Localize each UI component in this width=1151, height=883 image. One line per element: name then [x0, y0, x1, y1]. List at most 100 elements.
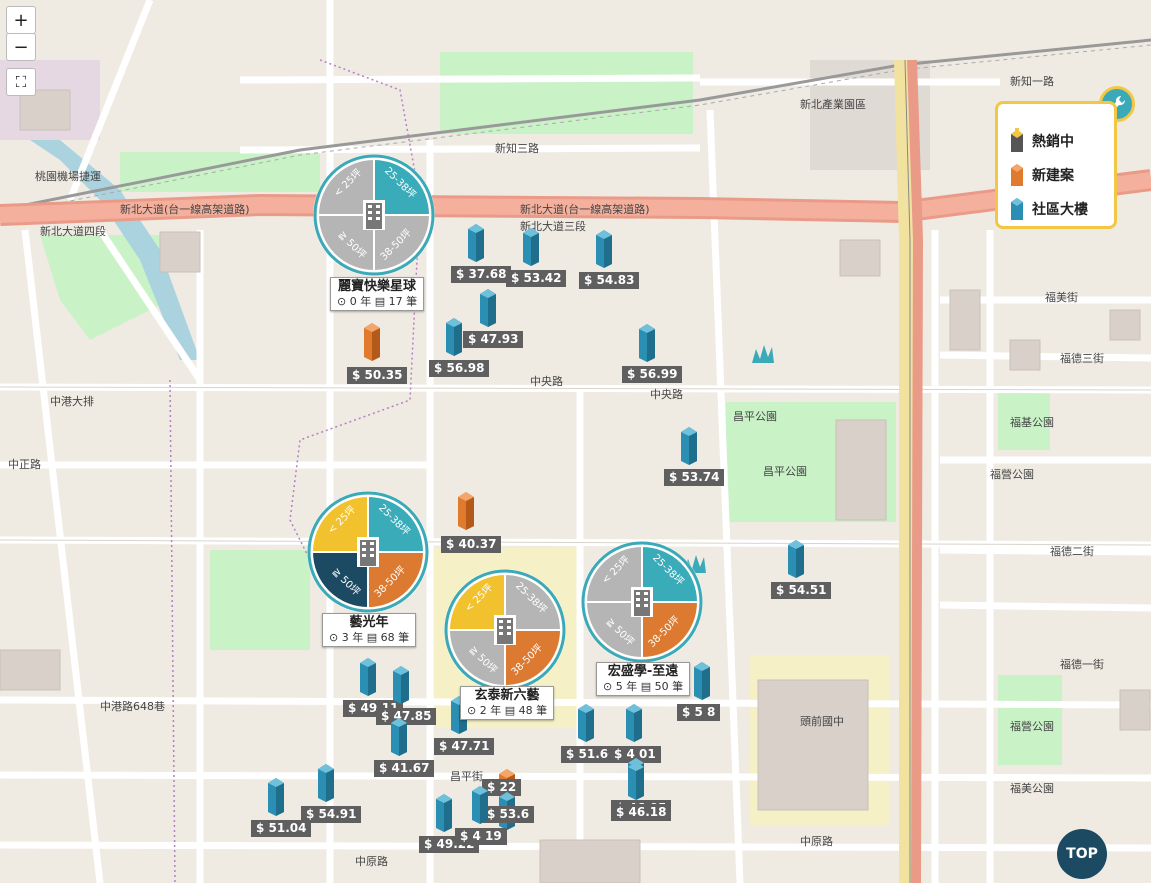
- community-building-marker[interactable]: [391, 664, 411, 704]
- price-label[interactable]: $ 54.91: [301, 806, 362, 823]
- legend-item-community[interactable]: 社區大樓: [1008, 196, 1088, 222]
- price-label[interactable]: $ 4 19: [455, 828, 507, 845]
- community-building-marker[interactable]: [316, 762, 336, 802]
- svg-text:福營公園: 福營公園: [990, 467, 1034, 481]
- svg-text:桃園機場捷運: 桃園機場捷運: [35, 169, 101, 183]
- new-project-marker[interactable]: [362, 321, 382, 361]
- cluster-info-label[interactable]: 藝光年 ⊙ 3 年 ▤ 68 筆: [322, 613, 417, 647]
- community-building-marker[interactable]: [266, 776, 286, 816]
- community-building-marker[interactable]: [692, 660, 712, 700]
- price-label[interactable]: $ 56.98: [429, 360, 490, 377]
- community-building-marker[interactable]: [470, 784, 490, 824]
- building-icon: [472, 786, 488, 824]
- community-building-marker[interactable]: [679, 425, 699, 465]
- svg-text:中央路: 中央路: [650, 388, 683, 401]
- community-building-marker[interactable]: [466, 222, 486, 262]
- price-label[interactable]: $ 53.42: [506, 270, 567, 287]
- community-building-marker[interactable]: [434, 792, 454, 832]
- zoom-out-button[interactable]: −: [6, 33, 36, 61]
- community-building-marker[interactable]: [637, 322, 657, 362]
- project-meta: ⊙ 2 年 ▤ 48 筆: [467, 704, 548, 717]
- svg-text:福德一街: 福德一街: [1060, 657, 1104, 671]
- project-cluster[interactable]: < 25坪 25-38坪 38-50坪 ≧ 50坪: [306, 490, 430, 614]
- building-icon: [494, 615, 516, 645]
- community-building-marker[interactable]: [624, 702, 644, 742]
- svg-text:福美公園: 福美公園: [1010, 781, 1054, 795]
- price-label[interactable]: $ 53.74: [664, 469, 725, 486]
- building-icon: [318, 764, 334, 802]
- legend-panel: 熱銷中 新建案 社區大樓: [995, 101, 1117, 229]
- legend-label: 社區大樓: [1032, 202, 1088, 218]
- svg-text:新知三路: 新知三路: [495, 141, 539, 155]
- svg-text:中原路: 中原路: [355, 855, 388, 868]
- price-label[interactable]: $ 37.68: [451, 266, 512, 283]
- project-cluster[interactable]: < 25坪 25-38坪 38-50坪 ≧ 50坪: [580, 540, 704, 664]
- price-label[interactable]: $ 54.51: [771, 582, 832, 599]
- community-building-icon: [1011, 198, 1023, 220]
- community-building-marker[interactable]: [576, 702, 596, 742]
- building-icon: [393, 666, 409, 704]
- price-label[interactable]: $ 5 8: [677, 704, 721, 721]
- fullscreen-button[interactable]: ⛶: [6, 68, 36, 96]
- svg-text:福基公園: 福基公園: [1010, 415, 1054, 429]
- back-to-top-button[interactable]: TOP: [1057, 829, 1107, 879]
- community-building-marker[interactable]: [478, 287, 498, 327]
- building-icon: [681, 427, 697, 465]
- cluster-info-label[interactable]: 玄泰新六藝 ⊙ 2 年 ▤ 48 筆: [460, 686, 555, 720]
- svg-text:頭前國中: 頭前國中: [800, 714, 844, 728]
- price-label[interactable]: $ 40.37: [441, 536, 502, 553]
- zoom-in-button[interactable]: +: [6, 6, 36, 34]
- project-meta: ⊙ 5 年 ▤ 50 筆: [603, 680, 684, 693]
- building-icon: [446, 318, 462, 356]
- building-icon: [364, 323, 380, 361]
- new-project-marker[interactable]: [456, 490, 476, 530]
- price-label[interactable]: $ 41.67: [374, 760, 435, 777]
- price-label[interactable]: $ 47.71: [434, 738, 495, 755]
- community-building-marker[interactable]: [626, 760, 646, 800]
- svg-text:中原路: 中原路: [800, 835, 833, 848]
- legend-label: 新建案: [1032, 168, 1074, 184]
- community-building-marker[interactable]: [358, 656, 378, 696]
- cluster-info-label[interactable]: 麗寶快樂星球 ⊙ 0 年 ▤ 17 筆: [330, 277, 425, 311]
- price-label[interactable]: $ 56.99: [622, 366, 683, 383]
- svg-text:新北產業園區: 新北產業園區: [800, 97, 866, 111]
- building-icon: [523, 228, 539, 266]
- svg-text:福美街: 福美街: [1045, 290, 1078, 304]
- price-label[interactable]: $ 46.18: [611, 804, 672, 821]
- building-icon: [357, 537, 379, 567]
- svg-text:新知一路: 新知一路: [1010, 74, 1054, 88]
- legend-item-new[interactable]: 新建案: [1008, 162, 1074, 188]
- building-icon: [480, 289, 496, 327]
- building-icon: [628, 762, 644, 800]
- legend-item-hot[interactable]: 熱銷中: [1008, 128, 1074, 154]
- price-label[interactable]: $ 47.93: [463, 331, 524, 348]
- price-label[interactable]: $ 50.35: [347, 367, 408, 384]
- building-icon: [468, 224, 484, 262]
- svg-text:新北大道(台一線高架道路): 新北大道(台一線高架道路): [520, 202, 650, 216]
- svg-text:中港路648巷: 中港路648巷: [100, 700, 165, 713]
- price-label[interactable]: $ 54.83: [579, 272, 640, 289]
- building-icon: [360, 658, 376, 696]
- building-icon: [436, 794, 452, 832]
- svg-text:新北大道(台一線高架道路): 新北大道(台一線高架道路): [120, 202, 250, 216]
- community-building-marker[interactable]: [444, 316, 464, 356]
- svg-text:昌平街: 昌平街: [450, 769, 483, 783]
- building-icon: [694, 662, 710, 700]
- community-building-marker[interactable]: [389, 716, 409, 756]
- project-cluster[interactable]: < 25坪 25-38坪 38-50坪 ≧ 50坪: [443, 568, 567, 692]
- project-cluster[interactable]: < 25坪 25-38坪 38-50坪 ≧ 50坪: [312, 153, 436, 277]
- community-building-marker[interactable]: [786, 538, 806, 578]
- svg-text:昌平公園: 昌平公園: [733, 410, 777, 423]
- svg-text:福營公園: 福營公園: [1010, 719, 1054, 733]
- building-icon: [268, 778, 284, 816]
- building-icon: [391, 718, 407, 756]
- svg-text:昌平公園: 昌平公園: [763, 465, 807, 478]
- community-building-marker[interactable]: [521, 226, 541, 266]
- project-meta: ⊙ 0 年 ▤ 17 筆: [337, 295, 418, 308]
- svg-text:福德三街: 福德三街: [1060, 351, 1104, 365]
- community-building-marker[interactable]: [594, 228, 614, 268]
- building-icon: [639, 324, 655, 362]
- building-icon: [788, 540, 804, 578]
- legend-label: 熱銷中: [1032, 134, 1074, 150]
- cluster-info-label[interactable]: 宏盛學-至遠 ⊙ 5 年 ▤ 50 筆: [596, 662, 691, 696]
